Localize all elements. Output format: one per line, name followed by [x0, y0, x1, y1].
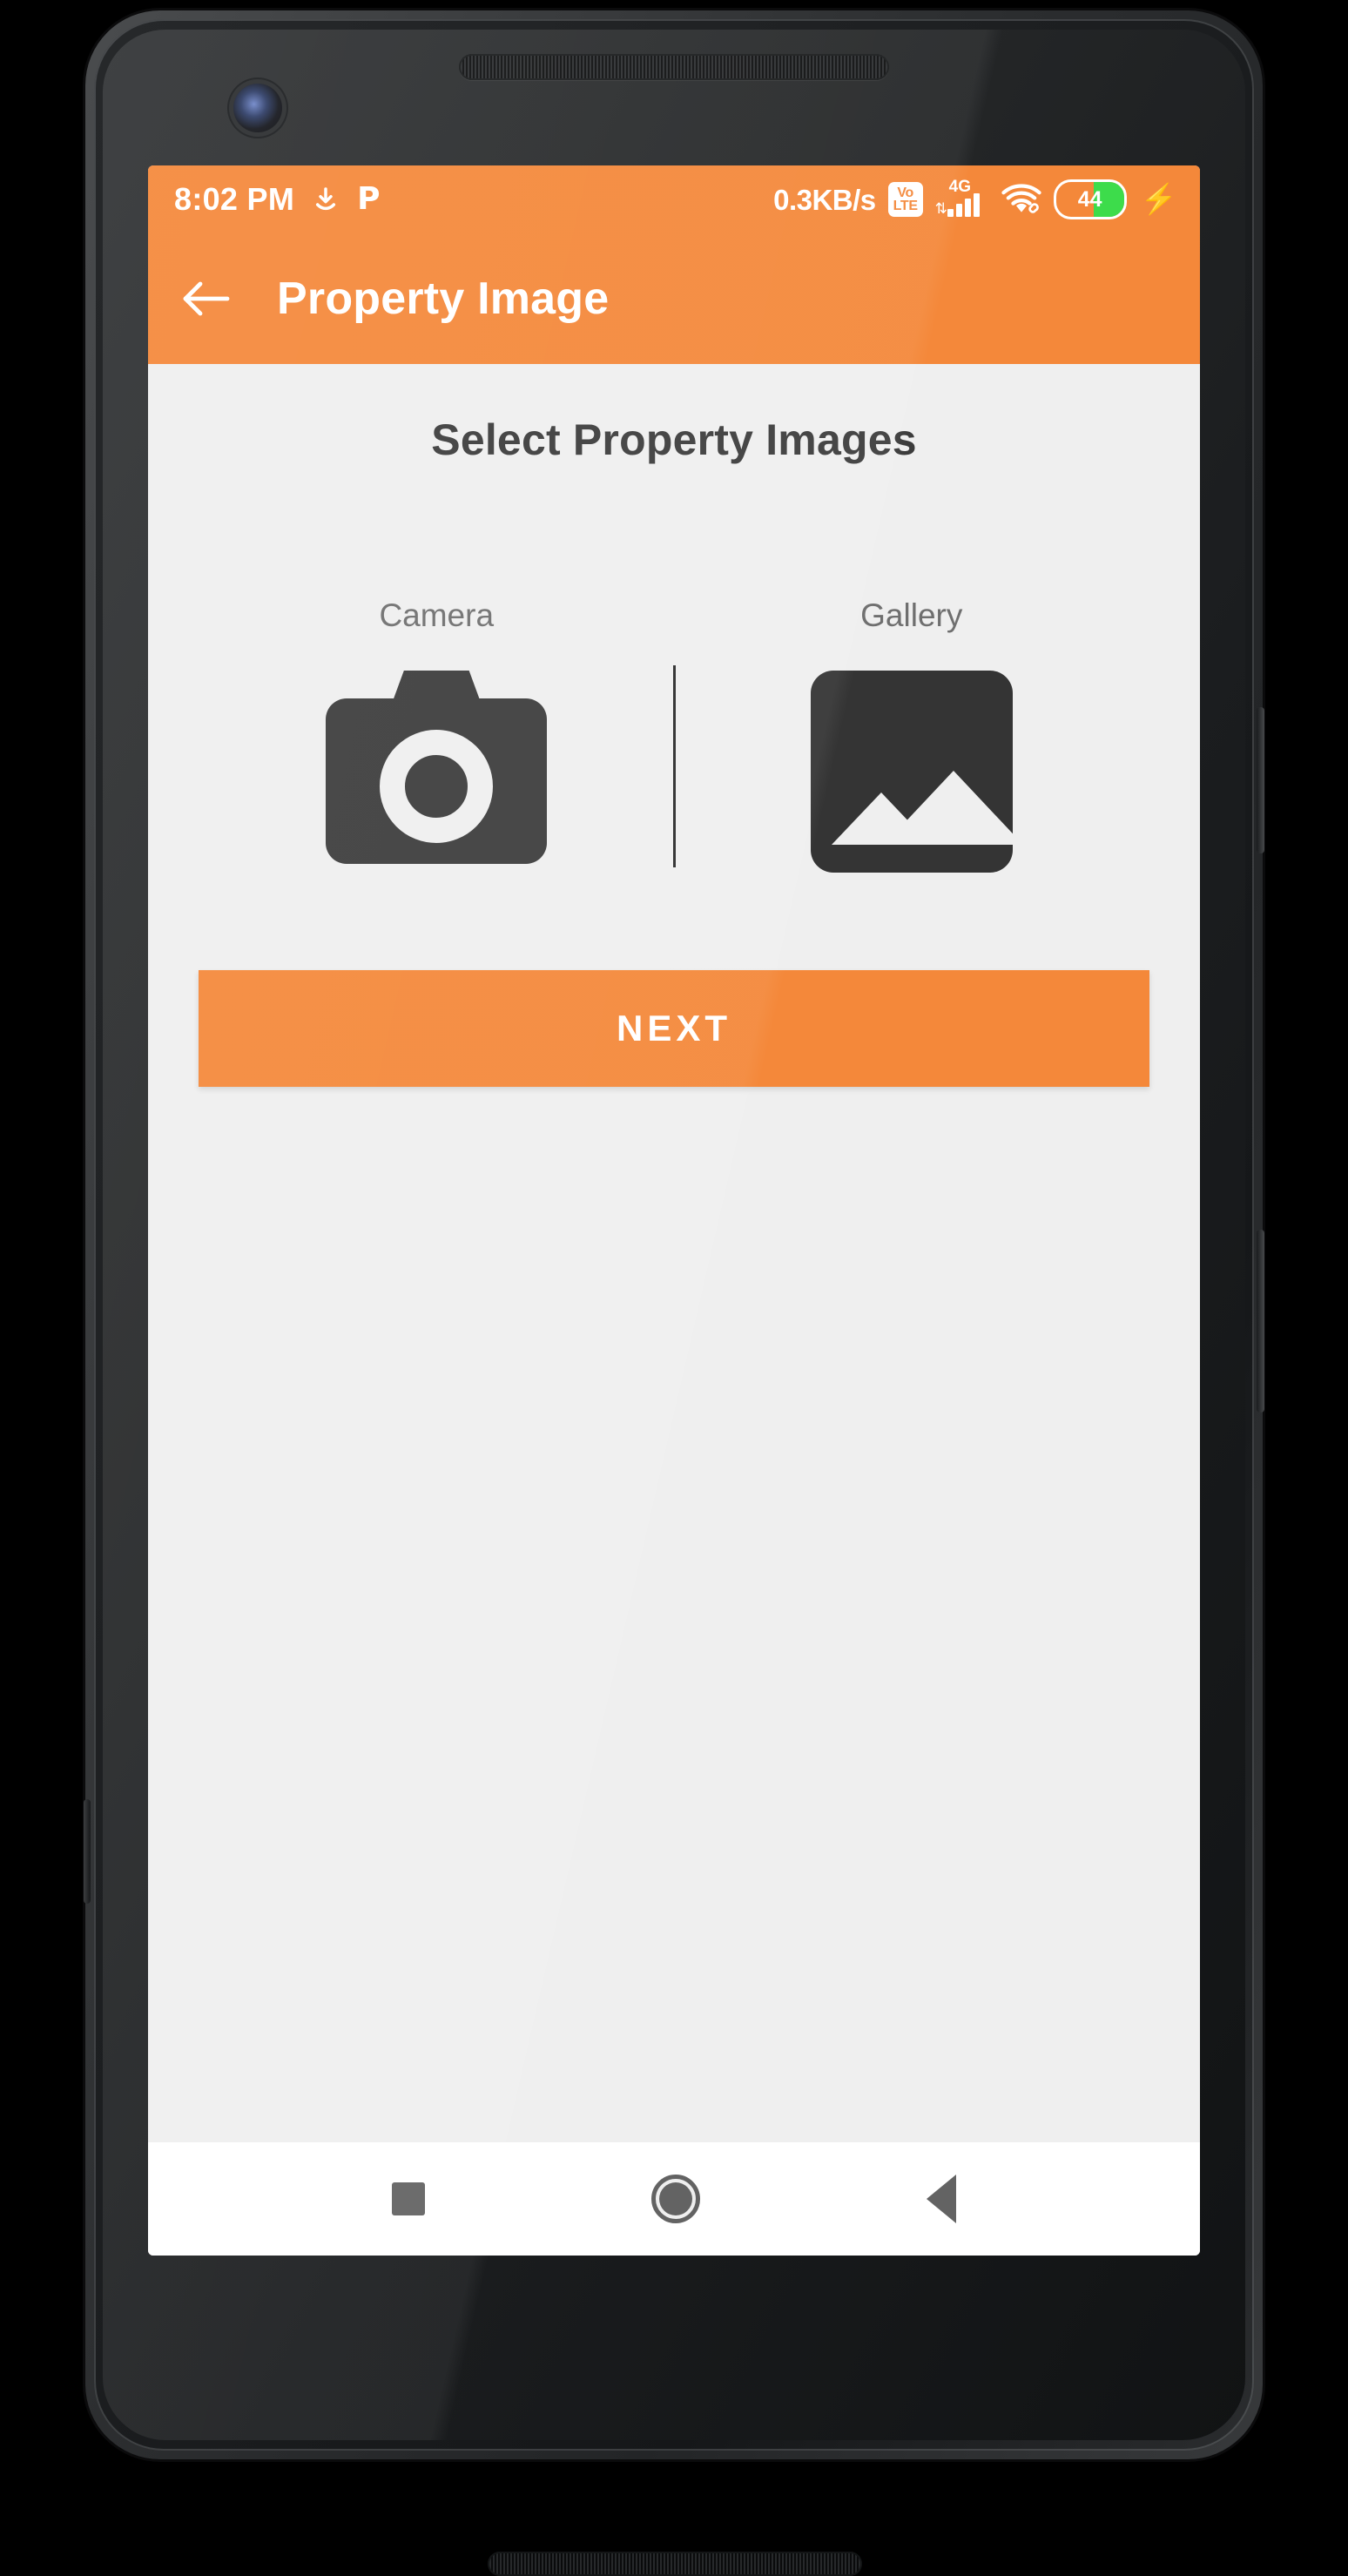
device-stage: 8:02 PM P 0.3KB/s Vo LTE 4G ⇅ 44 ⚡ Prope… [0, 0, 1348, 2576]
gallery-mountain-large [883, 771, 1013, 845]
bottom-speaker-grille [488, 2552, 862, 2576]
status-bar-right-group: 0.3KB/s Vo LTE 4G ⇅ 44 ⚡ [773, 179, 1177, 219]
status-bar: 8:02 PM P 0.3KB/s Vo LTE 4G ⇅ 44 ⚡ [148, 165, 1200, 233]
battery-percentage: 44 [1077, 186, 1102, 212]
camera-source-option[interactable]: Camera [200, 597, 673, 873]
battery-icon: 44 [1053, 179, 1127, 219]
volte-bottom-text: LTE [893, 199, 918, 213]
power-button[interactable] [1257, 707, 1264, 853]
charging-bolt-icon: ⚡ [1140, 183, 1177, 216]
cellular-signal-icon: 4G ⇅ [934, 179, 989, 219]
phone-screen: 8:02 PM P 0.3KB/s Vo LTE 4G ⇅ 44 ⚡ Prope… [148, 165, 1200, 2256]
android-navigation-bar [148, 2142, 1200, 2256]
volte-top-text: Vo [897, 185, 913, 200]
recents-square-icon[interactable] [392, 2182, 425, 2215]
left-side-button[interactable] [84, 1799, 91, 1904]
front-camera-lens [233, 84, 282, 132]
status-bar-left-group: 8:02 PM P [174, 184, 381, 215]
camera-label: Camera [379, 597, 495, 633]
back-triangle-icon[interactable] [927, 2175, 956, 2223]
camera-lens-ring [380, 730, 494, 843]
wifi-icon [1001, 183, 1041, 216]
camera-icon[interactable] [326, 671, 548, 864]
image-source-row: Camera Gallery [148, 597, 1200, 873]
gallery-image-icon[interactable] [810, 671, 1013, 873]
signal-bars [947, 193, 980, 217]
gallery-label: Gallery [860, 597, 963, 633]
network-speed-indicator: 0.3KB/s [773, 183, 876, 216]
gallery-source-option[interactable]: Gallery [676, 597, 1149, 873]
data-transfer-arrows-icon: ⇅ [934, 200, 947, 217]
download-icon [312, 185, 340, 214]
page-title: Select Property Images [431, 415, 917, 464]
main-content: Select Property Images Camera Gallery NE… [148, 364, 1200, 2142]
status-clock: 8:02 PM [174, 181, 295, 217]
back-arrow-icon[interactable] [179, 272, 233, 326]
volte-icon: Vo LTE [887, 182, 923, 217]
volume-button[interactable] [1257, 1230, 1264, 1413]
earpiece-speaker [459, 54, 889, 80]
app-bar-title: Property Image [277, 273, 610, 324]
home-circle-icon[interactable] [651, 2175, 700, 2223]
app-bar: Property Image [148, 233, 1200, 364]
next-button[interactable]: NEXT [199, 970, 1149, 1087]
p-app-icon: P [357, 181, 381, 217]
